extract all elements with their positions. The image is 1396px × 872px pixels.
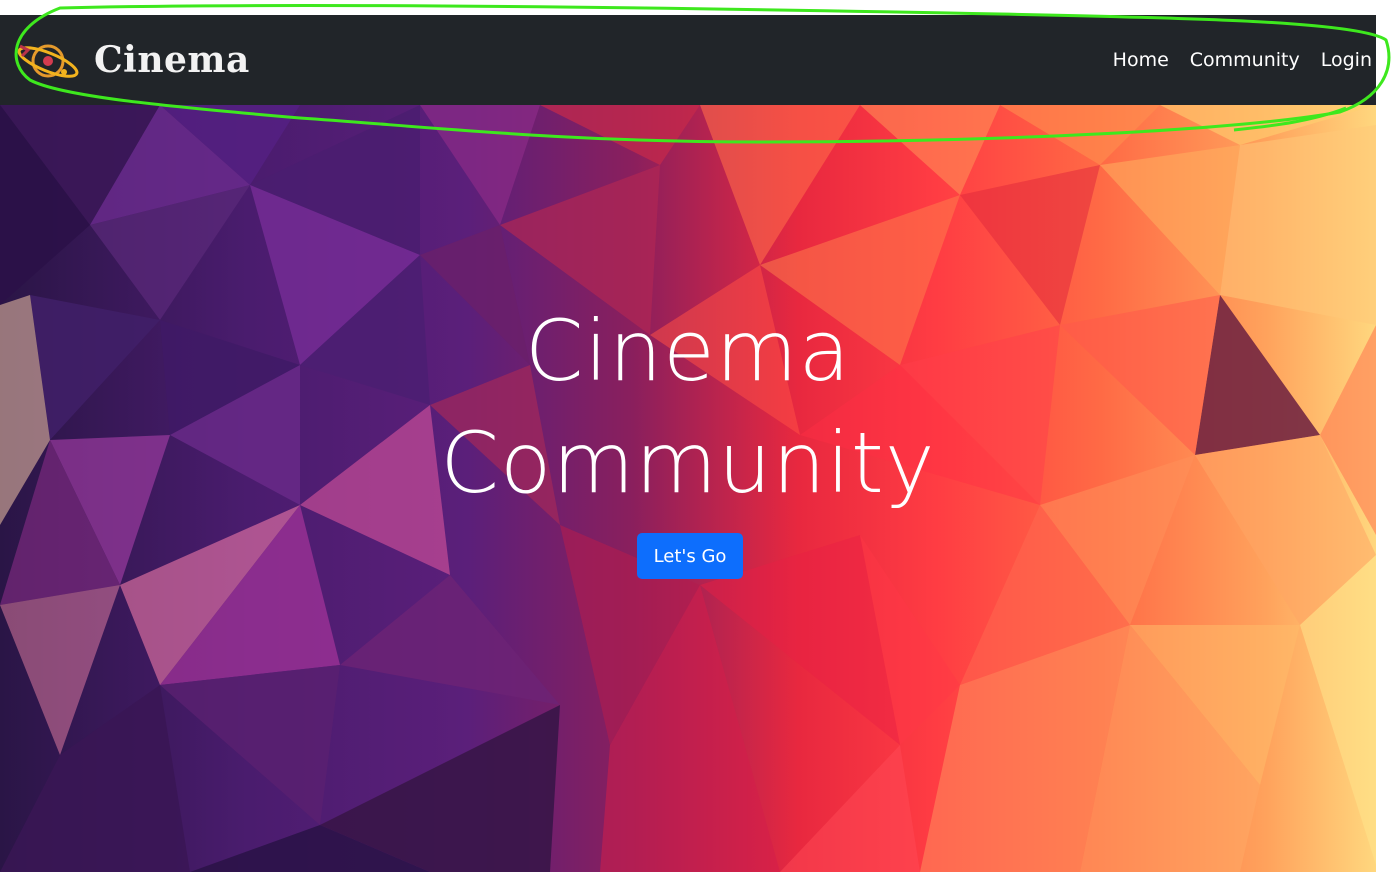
navbar: Cinema Home Community Login <box>0 15 1376 105</box>
hero-title-line-1: Cinema <box>524 302 852 400</box>
brand-name: Cinema <box>94 39 250 81</box>
film-reel-orbit-icon <box>17 44 79 78</box>
hero-content: Cinema Community Let's Go <box>0 105 1376 872</box>
hero-title-line-2: Community <box>440 414 936 512</box>
nav-links: Home Community Login <box>1113 15 1372 105</box>
nav-link-community[interactable]: Community <box>1190 49 1300 71</box>
hero-title: Cinema Community <box>0 295 1376 519</box>
hero-section: Cinema Community Let's Go <box>0 105 1376 872</box>
page: Cinema Home Community Login Cinema Commu… <box>0 15 1376 872</box>
brand[interactable]: Cinema <box>14 15 250 105</box>
lets-go-button[interactable]: Let's Go <box>637 533 743 579</box>
nav-link-login[interactable]: Login <box>1321 49 1372 71</box>
nav-link-home[interactable]: Home <box>1113 49 1169 71</box>
